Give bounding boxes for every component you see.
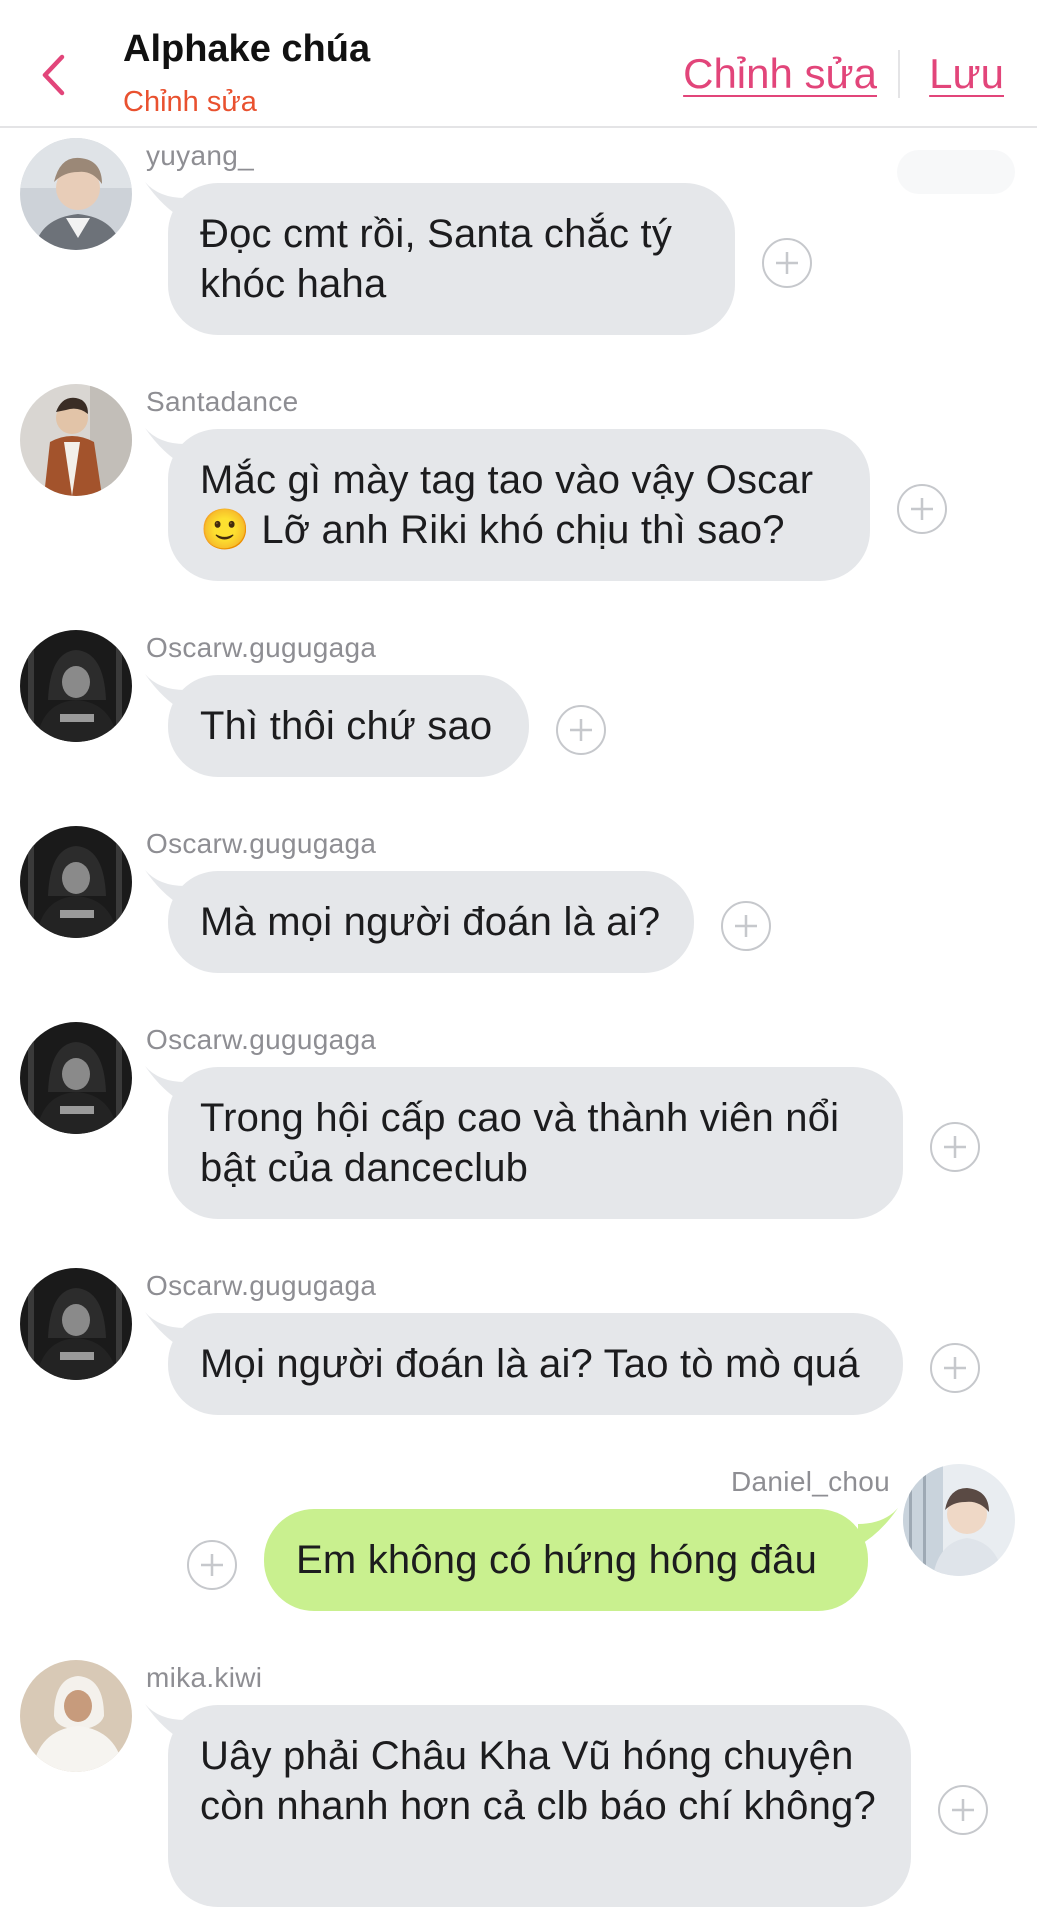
- avatar-oscar[interactable]: [20, 826, 132, 938]
- avatar-yuyang[interactable]: [20, 138, 132, 250]
- avatar-image: [20, 384, 132, 496]
- avatar-daniel[interactable]: [903, 1464, 1015, 1576]
- plus-circle-icon: [911, 498, 933, 520]
- sender-name: Oscarw.gugugaga: [146, 1270, 377, 1301]
- add-reaction-button[interactable]: [762, 238, 812, 288]
- avatar-oscar[interactable]: [20, 1268, 132, 1380]
- add-reaction-button[interactable]: [187, 1540, 237, 1590]
- message-bubble[interactable]: Thì thôi chứ sao: [168, 675, 529, 777]
- message-bubble[interactable]: Uây phải Châu Kha Vũ hóng chuyện còn nha…: [168, 1705, 911, 1907]
- avatar-oscar[interactable]: [20, 1022, 132, 1134]
- add-reaction-button[interactable]: [938, 1785, 988, 1835]
- message-bubble[interactable]: Mọi người đoán là ai? Tao tò mò quá: [168, 1313, 903, 1415]
- sender-name: Oscarw.gugugaga: [146, 828, 377, 859]
- message-bubble[interactable]: Đọc cmt rồi, Santa chắc tý khóc haha: [168, 183, 735, 335]
- avatar-image: [20, 1660, 132, 1772]
- chat-header: Alphake chúa Chỉnh sửa Chỉnh sửa Lưu: [0, 0, 1037, 128]
- edit-button[interactable]: Chỉnh sửa: [683, 50, 877, 98]
- message-bubble[interactable]: Em không có hứng hóng đâu: [264, 1509, 868, 1611]
- chat-title: Alphake chúa: [123, 28, 371, 70]
- chevron-left-icon: [42, 54, 65, 96]
- chat-subtitle: Chỉnh sửa: [123, 86, 257, 118]
- plus-circle-icon: [735, 915, 757, 937]
- message-bubble[interactable]: Trong hội cấp cao và thành viên nổi bật …: [168, 1067, 903, 1219]
- plus-circle-icon: [776, 252, 798, 274]
- plus-circle-icon: [570, 719, 592, 741]
- add-reaction-button[interactable]: [556, 705, 606, 755]
- plus-circle-icon: [944, 1357, 966, 1379]
- add-reaction-button[interactable]: [930, 1343, 980, 1393]
- header-divider: [898, 50, 900, 98]
- sender-name: Daniel_chou: [731, 1466, 890, 1497]
- sender-name: yuyang_: [146, 140, 254, 171]
- save-button[interactable]: Lưu: [929, 50, 1004, 98]
- avatar-image: [903, 1464, 1015, 1576]
- back-button[interactable]: [32, 46, 76, 104]
- sender-name: mika.kiwi: [146, 1662, 263, 1693]
- avatar-image: [20, 1268, 132, 1380]
- avatar-image: [20, 138, 132, 250]
- avatar-santadance[interactable]: [20, 384, 132, 496]
- plus-circle-icon: [952, 1799, 974, 1821]
- avatar-oscar[interactable]: [20, 630, 132, 742]
- plus-circle-icon: [201, 1554, 223, 1576]
- add-reaction-button[interactable]: [930, 1122, 980, 1172]
- avatar-image: [20, 826, 132, 938]
- add-reaction-button[interactable]: [721, 901, 771, 951]
- message-bubble[interactable]: Mắc gì mày tag tao vào vậy Oscar 🙂 Lỡ an…: [168, 429, 870, 581]
- sender-name: Oscarw.gugugaga: [146, 632, 377, 663]
- add-reaction-button[interactable]: [897, 484, 947, 534]
- sender-name: Santadance: [146, 386, 299, 417]
- avatar-image: [20, 1022, 132, 1134]
- avatar-mika[interactable]: [20, 1660, 132, 1772]
- sender-name: Oscarw.gugugaga: [146, 1024, 377, 1055]
- message-bubble[interactable]: Mà mọi người đoán là ai?: [168, 871, 694, 973]
- avatar-image: [20, 630, 132, 742]
- faded-pill: [897, 150, 1015, 194]
- plus-circle-icon: [944, 1136, 966, 1158]
